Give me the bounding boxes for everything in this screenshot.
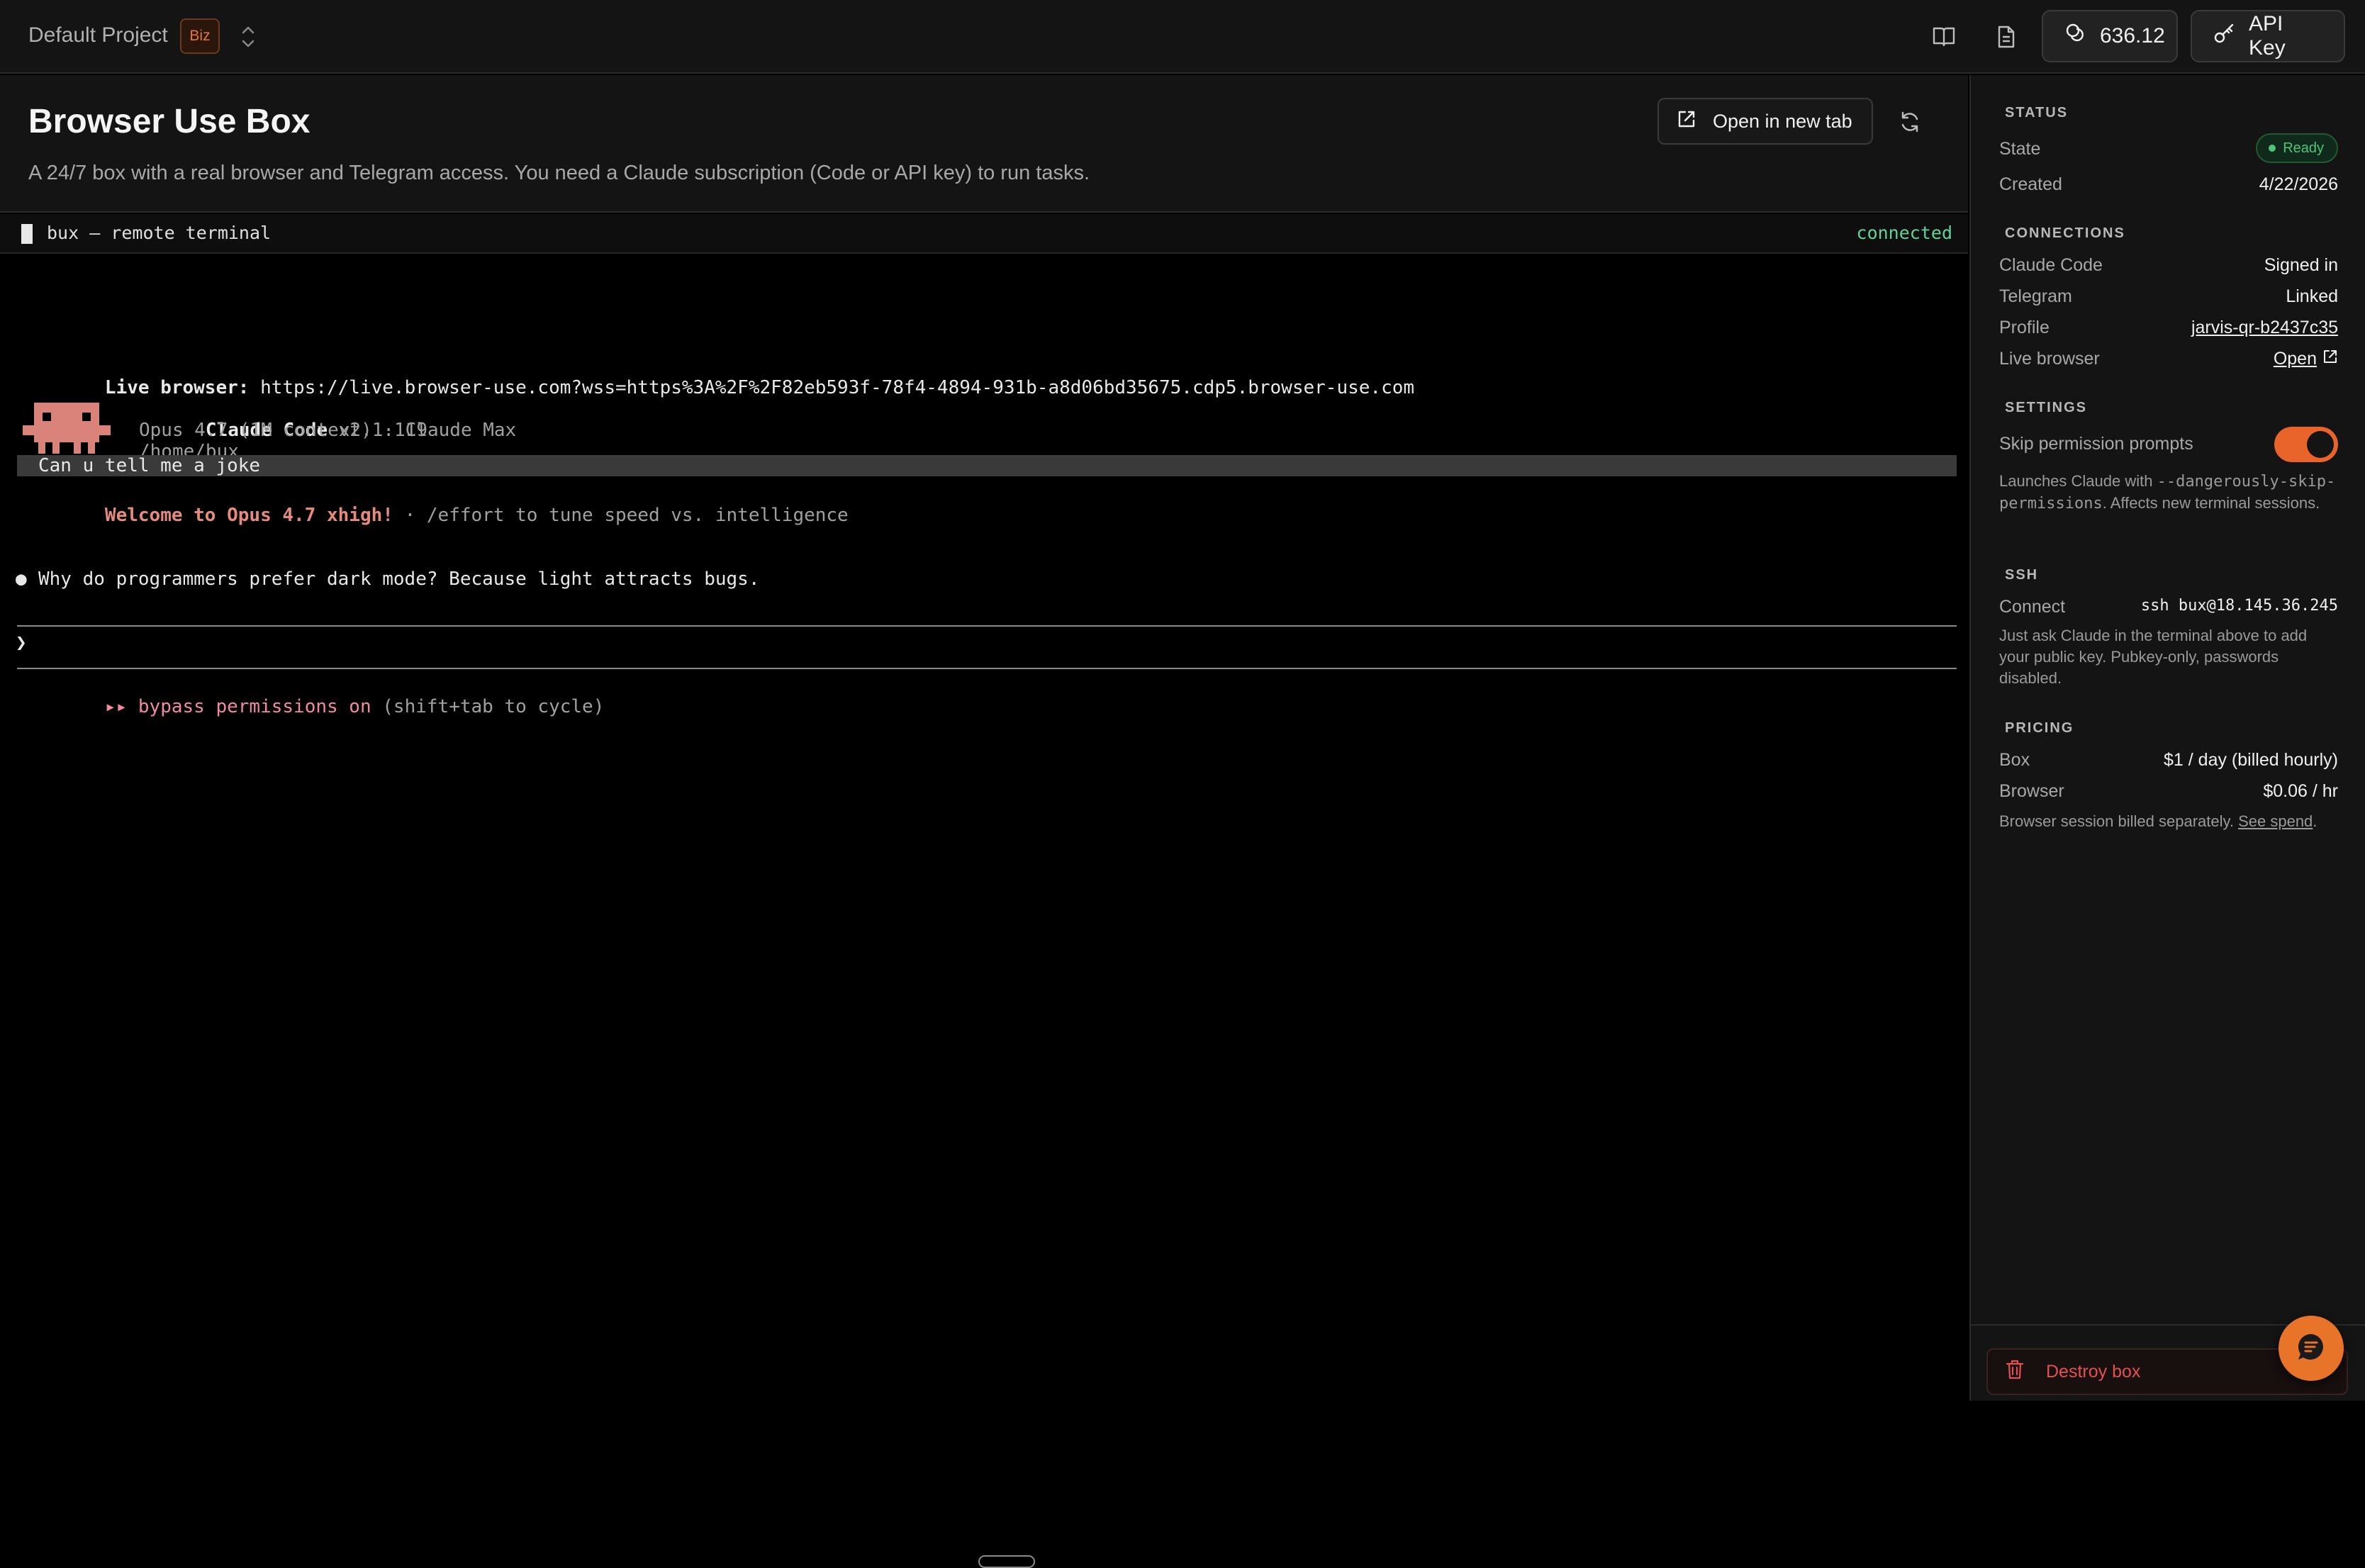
telegram-label: Telegram (1999, 286, 2072, 306)
ssh-section-title: SSH (2005, 567, 2039, 583)
terminal-connection-status: connected (1856, 223, 1952, 243)
live-browser-label: Live browser: (104, 377, 250, 398)
skip-permissions-toggle[interactable] (2274, 427, 2338, 462)
toggle-knob (2307, 431, 2334, 458)
welcome-line: Welcome to Opus 4.7 xhigh! · /effort to … (38, 483, 849, 547)
welcome-hint: · /effort to tune speed vs. intelligence (393, 505, 849, 526)
status-badge-label: Ready (2283, 140, 2324, 156)
mode-hint: (shift+tab to cycle) (371, 696, 605, 717)
created-label: Created (1999, 174, 2062, 194)
browser-price-value: $0.06 / hr (2263, 781, 2338, 801)
input-bottom-rule (17, 668, 1957, 669)
mode-label: bypass permissions on (138, 696, 371, 717)
input-top-rule (17, 625, 1957, 627)
user-prompt-row (17, 455, 1957, 476)
pricing-note: Browser session billed separately. See s… (1999, 811, 2354, 832)
skip-note-post: . Affects new terminal sessions. (2102, 494, 2320, 512)
main-panel: Browser Use Box A 24/7 box with a real b… (0, 75, 1968, 1568)
trash-icon (2005, 1359, 2025, 1385)
connections-section-title: CONNECTIONS (2005, 225, 2125, 241)
see-spend-link[interactable]: See spend (2238, 812, 2313, 830)
pricing-note-pre: Browser session billed separately. (1999, 812, 2239, 830)
claude-code-value: Signed in (2264, 255, 2338, 275)
welcome-text: Welcome to Opus 4.7 xhigh! (104, 505, 393, 526)
api-key-button[interactable]: API Key (2191, 10, 2345, 62)
coins-icon (2064, 22, 2087, 50)
open-in-new-tab-label: Open in new tab (1713, 110, 1852, 132)
claude-mascot-icon (21, 400, 112, 461)
resize-handle[interactable] (978, 1555, 1035, 1568)
terminal-square-icon (21, 224, 33, 244)
assistant-response: Why do programmers prefer dark mode? Bec… (38, 569, 760, 590)
ssh-command[interactable]: ssh bux@18.145.36.245 (2141, 597, 2338, 615)
destroy-box-label: Destroy box (2046, 1361, 2141, 1382)
input-caret[interactable]: ❯ (16, 632, 27, 654)
top-bar: Default Project Biz 636.12 API Key (0, 0, 2365, 74)
ssh-connect-label: Connect (1999, 597, 2066, 617)
page-header: Browser Use Box A 24/7 box with a real b… (0, 75, 1968, 213)
page-title: Browser Use Box (28, 103, 311, 140)
credits-button[interactable]: 636.12 (2042, 10, 2178, 62)
chat-bubble-icon (2295, 1331, 2327, 1367)
response-bullet: ● (16, 569, 27, 590)
live-browser-open-label: Open (2273, 349, 2317, 369)
profile-link[interactable]: jarvis-qr-b2437c35 (2191, 318, 2338, 338)
ssh-note: Just ask Claude in the terminal above to… (1999, 627, 2308, 687)
external-link-icon (2322, 349, 2338, 369)
external-link-icon (1676, 108, 1697, 135)
mode-arrows: ▸▸ (104, 696, 128, 717)
info-sidebar: STATUS State Ready Created 4/22/2026 CON… (1969, 75, 2365, 1401)
document-icon[interactable] (1989, 20, 2023, 54)
skip-permissions-note: Launches Claude with --dangerously-skip-… (1999, 471, 2339, 515)
settings-section-title: SETTINGS (2005, 400, 2088, 415)
pricing-note-post: . (2313, 812, 2318, 830)
page-description: A 24/7 box with a real browser and Teleg… (28, 162, 1090, 184)
live-browser-label: Live browser (1999, 349, 2100, 369)
telegram-value: Linked (2286, 286, 2338, 306)
live-browser-open-link[interactable]: Open (2274, 349, 2338, 369)
skip-permissions-label: Skip permission prompts (1999, 434, 2193, 454)
live-browser-url[interactable]: https://live.browser-use.com?wss=https%3… (260, 377, 1414, 398)
pricing-section-title: PRICING (2005, 720, 2074, 736)
key-icon (2213, 22, 2236, 50)
docs-book-icon[interactable] (1927, 20, 1961, 54)
remote-terminal[interactable]: Live browser: https://live.browser-use.c… (0, 255, 1968, 1568)
user-prompt-text: Can u tell me a joke (38, 455, 261, 476)
box-price-value: $1 / day (billed hourly) (2164, 750, 2338, 770)
permission-mode-line: ▸▸ bypass permissions on (shift+tab to c… (38, 675, 604, 739)
created-value: 4/22/2026 (2259, 174, 2338, 194)
api-key-label: API Key (2249, 12, 2286, 60)
plan-badge: Biz (180, 18, 220, 54)
status-section-title: STATUS (2005, 105, 2069, 121)
box-price-label: Box (1999, 750, 2030, 770)
model-line: Opus 4.7 (1M context) · Claude Max (139, 420, 517, 441)
chevron-up-down-icon[interactable] (238, 23, 258, 51)
refresh-icon[interactable] (1894, 106, 1925, 138)
claude-code-label: Claude Code (1999, 255, 2103, 275)
support-chat-button[interactable] (2279, 1316, 2344, 1381)
status-badge: Ready (2256, 133, 2338, 163)
ready-dot-icon (2269, 145, 2276, 152)
open-in-new-tab-button[interactable]: Open in new tab (1657, 98, 1873, 145)
terminal-title: bux — remote terminal (47, 223, 272, 243)
credits-value: 636.12 (2100, 24, 2165, 47)
project-name[interactable]: Default Project (28, 23, 168, 47)
state-label: State (1999, 139, 2041, 159)
skip-note-pre: Launches Claude with (1999, 472, 2157, 490)
terminal-title-bar: bux — remote terminal connected (0, 214, 1968, 254)
profile-label: Profile (1999, 318, 2050, 337)
browser-price-label: Browser (1999, 781, 2064, 801)
